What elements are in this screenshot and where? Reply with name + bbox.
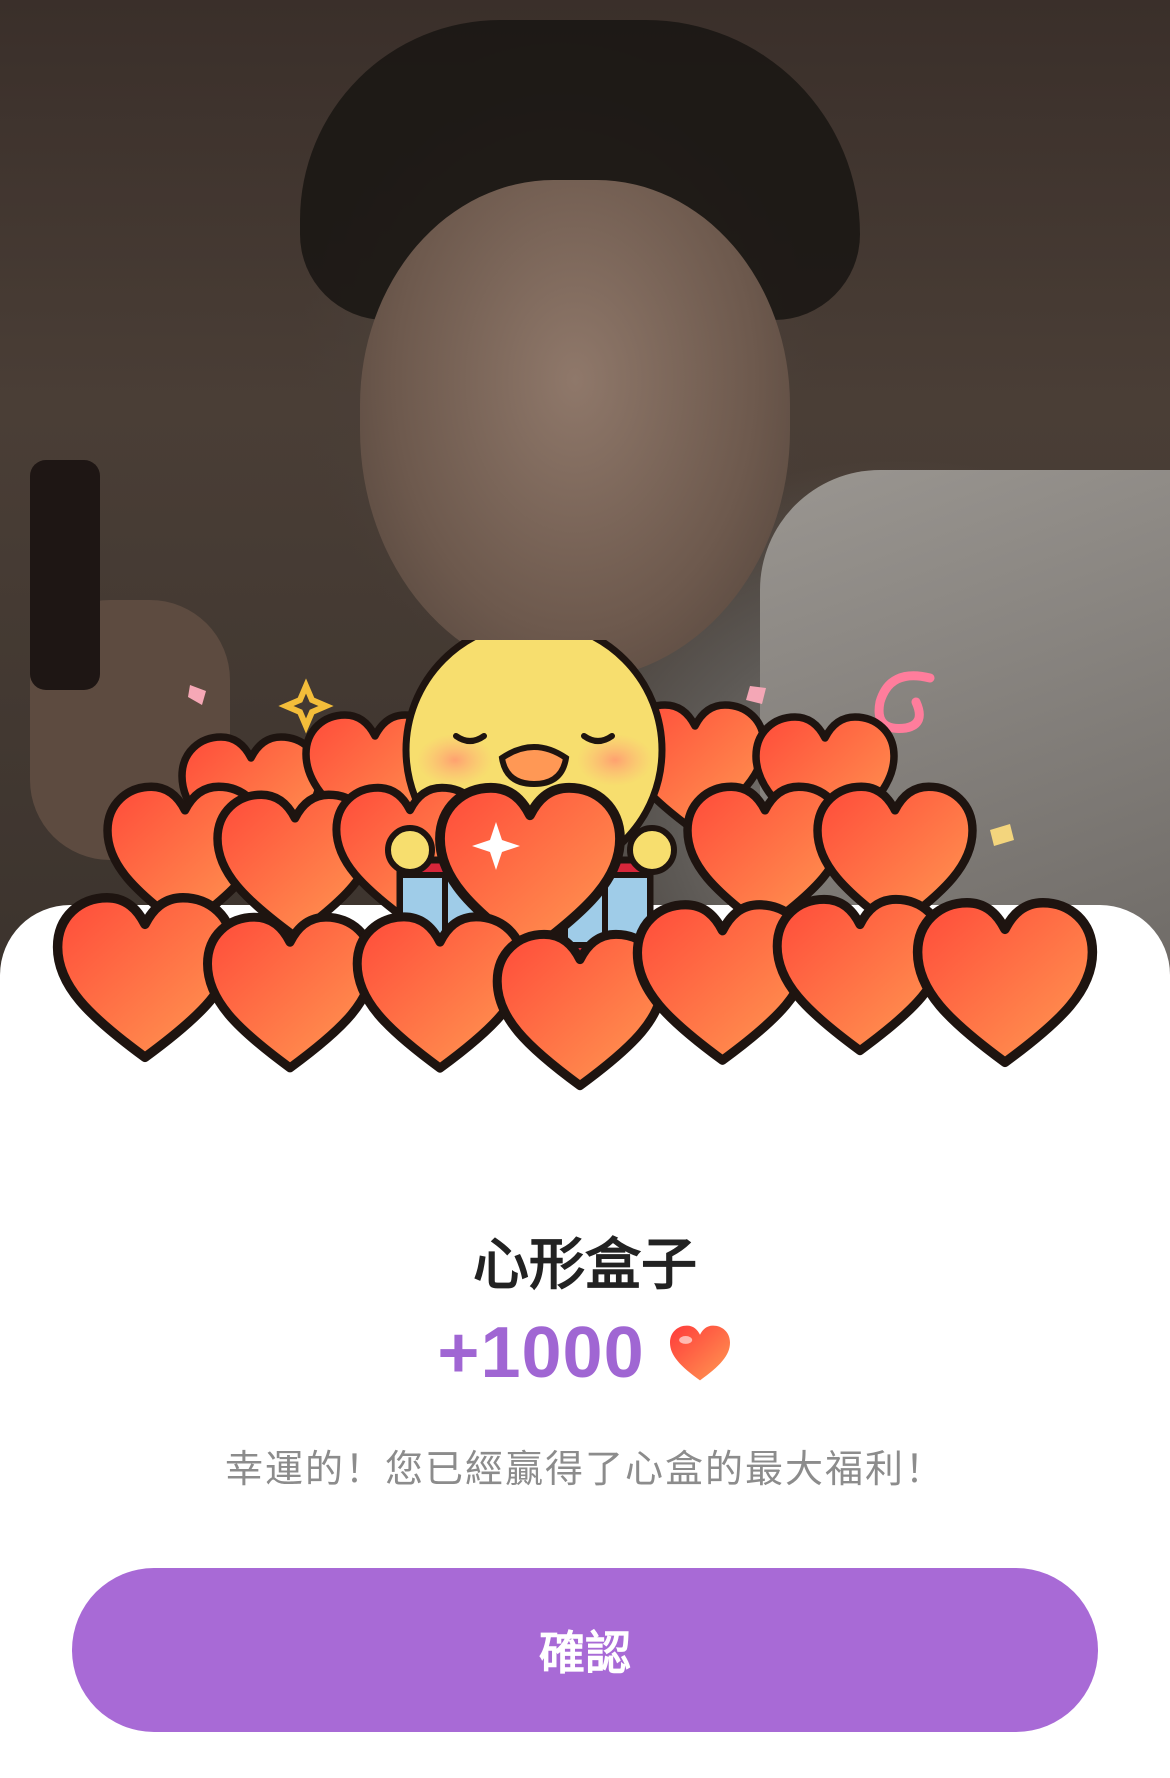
reward-amount: +1000 (437, 1313, 645, 1393)
popup-title: 心形盒子 (473, 1233, 697, 1298)
photo-face (360, 180, 790, 680)
reward-message: 幸運的！您已經贏得了心盒的最大福利！ (224, 1447, 945, 1491)
heart-box-illustration (50, 640, 1120, 1160)
reward-row: +1000 (0, 1312, 1170, 1394)
confirm-button[interactable]: 確認 (72, 1568, 1098, 1732)
heart-icon (669, 1325, 730, 1381)
